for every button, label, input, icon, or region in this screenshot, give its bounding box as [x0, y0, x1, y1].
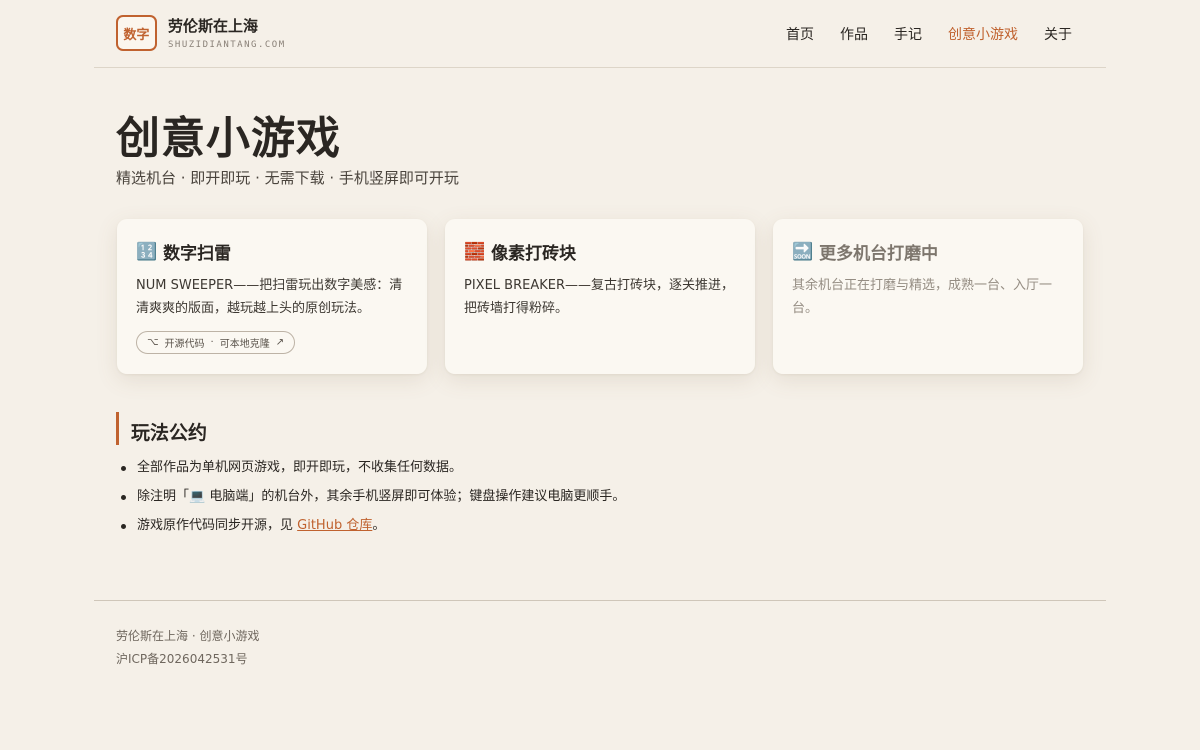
card-description: PIXEL BREAKER——复古打砖块，逐关推进，把砖墙打得粉碎。: [464, 278, 734, 316]
card-title-text: 数字扫雷: [163, 244, 232, 264]
game-card-pixel-breaker[interactable]: 🧱 像素打砖块 PIXEL BREAKER——复古打砖块，逐关推进，把砖墙打得粉…: [445, 219, 755, 374]
pill-label-2: 可本地克隆: [219, 339, 270, 350]
card-title: 🔢 数字扫雷: [136, 239, 408, 265]
card-title-text: 像素打砖块: [491, 244, 577, 264]
card-description: 其余机台正在打磨与精选，成熟一台、入厅一台。: [792, 278, 1053, 316]
nav-works[interactable]: 作品: [840, 24, 868, 44]
site-name[interactable]: 劳伦斯在上海: [168, 15, 258, 36]
nav-games[interactable]: 创意小游戏: [948, 24, 1018, 44]
github-repo-link[interactable]: GitHub 仓库: [297, 518, 372, 533]
game-card-num-sweeper[interactable]: 🔢 数字扫雷 NUM SWEEPER——把扫雷玩出数字美感：清清爽爽的版面，越玩…: [117, 219, 427, 374]
logo-text: 数字: [123, 27, 150, 43]
rule-item: 全部作品为单机网页游戏，即开即玩，不收集任何数据。: [120, 458, 625, 487]
card-title-text: 更多机台打磨中: [819, 244, 939, 264]
nav-about[interactable]: 关于: [1044, 24, 1072, 44]
rules-list: 全部作品为单机网页游戏，即开即玩，不收集任何数据。 除注明「💻 电脑端」的机台外…: [120, 458, 625, 545]
section-accent-bar: [116, 412, 119, 445]
open-source-badge-link[interactable]: ⌥ 开源代码 · 可本地克隆 ↗: [136, 331, 296, 354]
rule-item: 游戏原作代码同步开源，见 GitHub 仓库。: [120, 516, 625, 545]
nav-home[interactable]: 首页: [786, 24, 814, 44]
rule-text: 游戏原作代码同步开源，见: [137, 518, 298, 533]
card-description: NUM SWEEPER——把扫雷玩出数字美感：清清爽爽的版面，越玩越上头的原创玩…: [136, 278, 403, 316]
footer-divider: [94, 600, 1106, 601]
site-logo[interactable]: 数字: [116, 15, 157, 51]
coming-soon-card: 🔜 更多机台打磨中 其余机台正在打磨与精选，成熟一台、入厅一台。: [773, 219, 1083, 374]
numbers-icon: 🔢: [136, 241, 158, 262]
soon-arrow-icon: 🔜: [792, 241, 814, 262]
card-title: 🔜 更多机台打磨中: [792, 239, 1064, 265]
rule-item: 除注明「💻 电脑端」的机台外，其余手机竖屏即可体验；键盘操作建议电脑更顺手。: [120, 487, 625, 516]
page-title: 创意小游戏: [116, 113, 341, 164]
card-title: 🧱 像素打砖块: [464, 239, 736, 265]
pill-label: 开源代码: [164, 339, 205, 350]
footer-icp-number[interactable]: 沪ICP备2026042531号: [116, 650, 248, 667]
site-header: 数字 劳伦斯在上海 SHUZIDIANTANG.COM 首页 作品 手记 创意小…: [94, 0, 1106, 68]
external-link-icon: ↗: [275, 337, 285, 348]
site-domain: SHUZIDIANTANG.COM: [168, 40, 286, 50]
page-subtitle: 精选机台 · 即开即玩 · 无需下载 · 手机竖屏即可开玩: [116, 169, 459, 187]
pill-separator: ·: [210, 337, 214, 348]
brick-icon: 🧱: [464, 241, 486, 262]
rule-text-end: 。: [372, 518, 386, 533]
rules-section-title: 玩法公约: [131, 422, 208, 444]
nav-notes[interactable]: 手记: [894, 24, 922, 44]
main-nav: 首页 作品 手记 创意小游戏 关于: [786, 24, 1072, 44]
footer-copyright: 劳伦斯在上海 · 创意小游戏: [116, 629, 260, 643]
branch-icon: ⌥: [147, 337, 159, 348]
